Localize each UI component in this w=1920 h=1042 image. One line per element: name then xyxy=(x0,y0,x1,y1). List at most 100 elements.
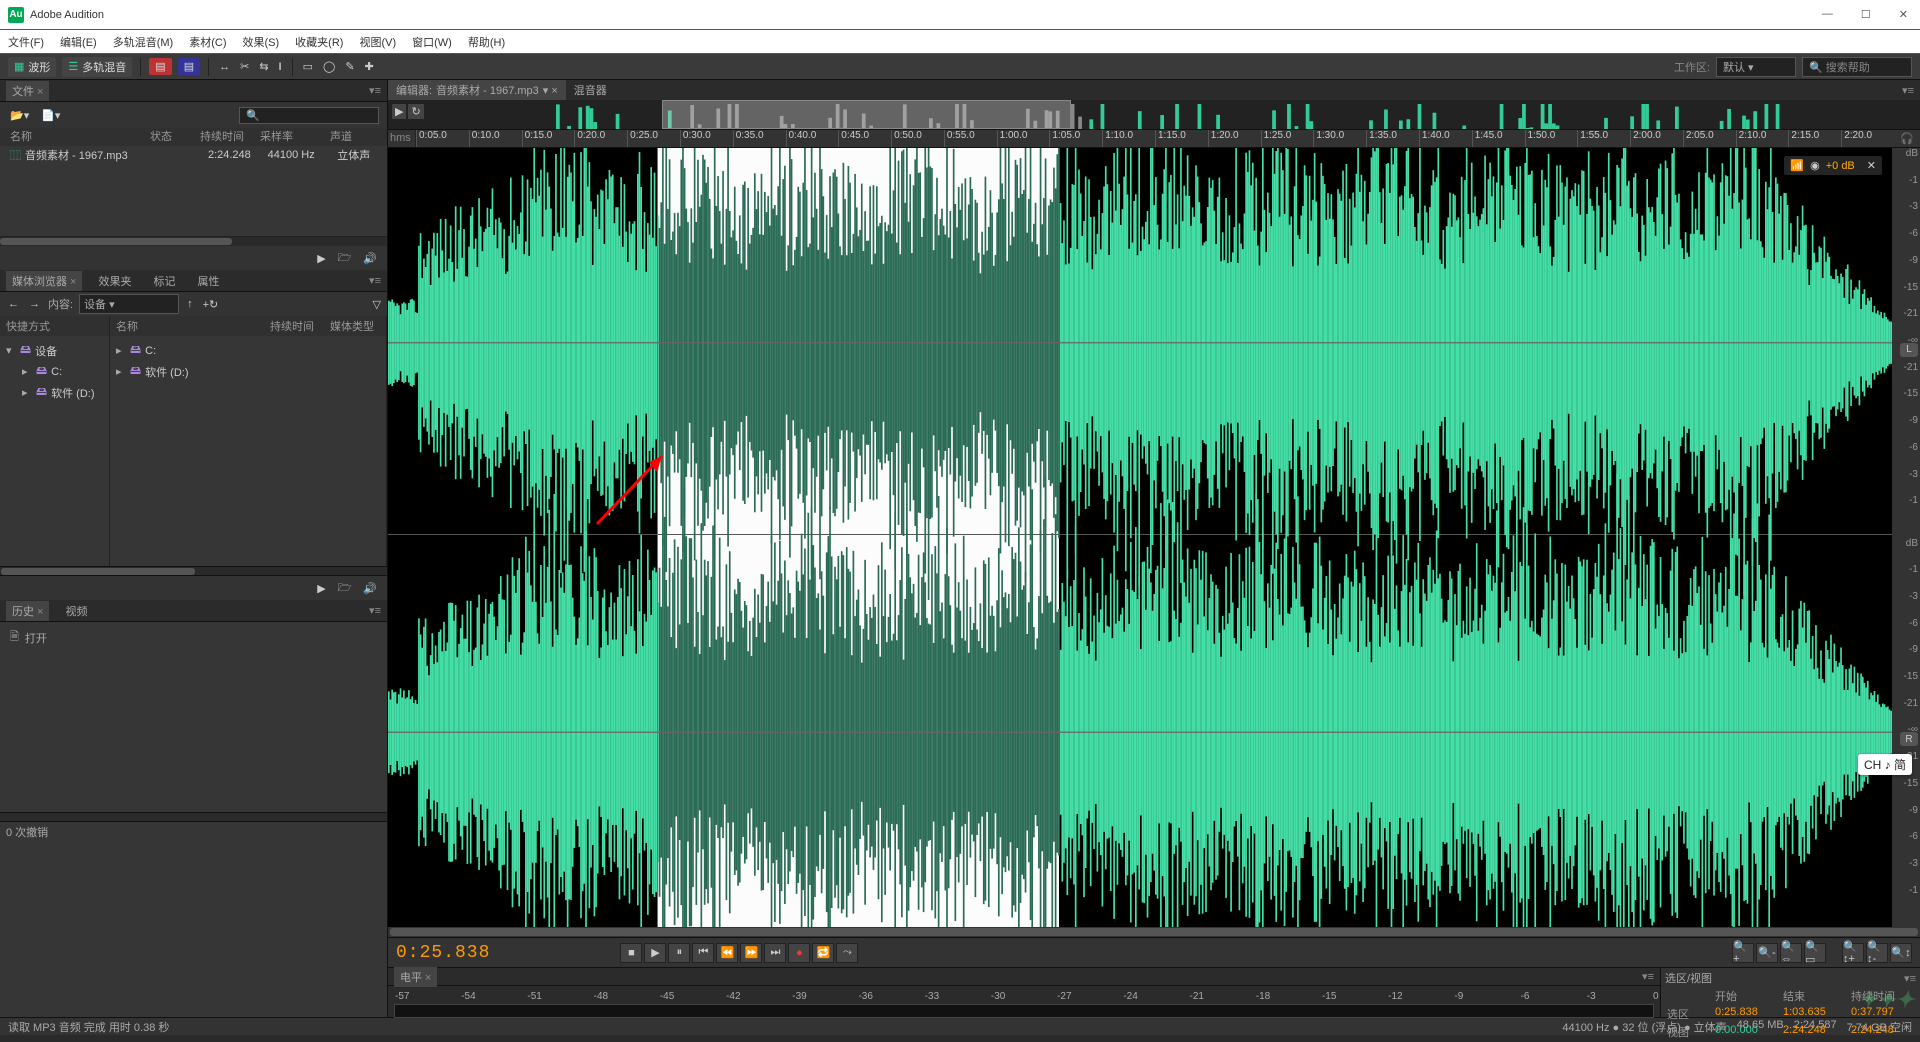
heal-tool-icon[interactable]: ✚ xyxy=(363,58,376,75)
panel-menu-icon[interactable]: ▾≡ xyxy=(1896,84,1920,97)
tree-item[interactable]: ▸🖴软件 (D:) xyxy=(114,361,382,382)
menu-clip[interactable]: 素材(C) xyxy=(189,34,226,50)
zoom-out-time-icon[interactable]: 🔍- xyxy=(1756,943,1778,963)
spectral-freq-button[interactable]: ▤ xyxy=(149,58,171,75)
zoom-reset-amp-icon[interactable]: 🔍↕ xyxy=(1890,943,1912,963)
tab-mixer[interactable]: 混音器 xyxy=(566,80,615,100)
channel-badge-l[interactable]: L xyxy=(1900,343,1918,357)
tab-history[interactable]: 历史 xyxy=(6,601,49,621)
record-button[interactable]: ● xyxy=(788,943,810,963)
volume-hud[interactable]: 📶 ◉ +0 dB ✕ xyxy=(1784,156,1882,175)
tab-editor[interactable]: 编辑器: 音频素材 - 1967.mp3 ▾ × xyxy=(388,80,566,100)
hud-amount[interactable]: +0 dB xyxy=(1826,160,1855,172)
menu-favorites[interactable]: 收藏夹(R) xyxy=(295,34,343,50)
tab-media-browser[interactable]: 媒体浏览器 xyxy=(6,271,82,291)
tab-files[interactable]: 文件 xyxy=(6,81,49,101)
channel-badge-r[interactable]: R xyxy=(1900,732,1918,746)
time-select-tool-icon[interactable]: I xyxy=(277,59,284,75)
tree-item[interactable]: ▸🖴软件 (D:) xyxy=(4,382,105,403)
search-help-input[interactable]: 🔍 搜索帮助 xyxy=(1802,57,1912,77)
browser-back-icon[interactable]: ← xyxy=(6,296,21,312)
maximize-button[interactable]: ☐ xyxy=(1857,4,1875,25)
menu-effects[interactable]: 效果(S) xyxy=(243,34,280,50)
files-h-scrollbar[interactable] xyxy=(0,236,387,246)
panel-menu-icon[interactable]: ▾≡ xyxy=(1904,972,1916,985)
content-select[interactable]: 设备 ▾ xyxy=(79,294,179,314)
loop-button[interactable]: 🔁 xyxy=(812,943,834,963)
move-tool-icon[interactable]: ↔ xyxy=(217,59,232,75)
skip-sel-button[interactable]: ⤳ xyxy=(836,943,858,963)
spectral-pitch-button[interactable]: ▤ xyxy=(178,58,200,75)
overview-play-icon[interactable]: ▶ xyxy=(392,104,406,119)
col-shortcut[interactable]: 快捷方式 xyxy=(6,318,50,334)
file-row[interactable]: ⿲ 音频素材 - 1967.mp3 2:24.248 44100 Hz 立体声 xyxy=(0,146,387,164)
workspace-select[interactable]: 默认 ▾ xyxy=(1716,57,1796,77)
level-meter[interactable]: -57-54-51-48-45-42-39-36-33-30-27-24-21-… xyxy=(394,1004,1654,1018)
col-dur[interactable]: 持续时间 xyxy=(270,318,330,334)
rewind-button[interactable]: ⏪ xyxy=(716,943,738,963)
close-button[interactable]: ✕ xyxy=(1895,4,1912,25)
col-media[interactable]: 媒体类型 xyxy=(330,318,380,334)
pause-button[interactable]: ⏸ xyxy=(668,943,690,963)
filter-icon[interactable]: ▽ xyxy=(373,298,381,311)
overview-waveform[interactable]: ▶ ↻ xyxy=(388,100,1920,130)
zoom-full-icon[interactable]: 🔍⇔ xyxy=(1780,943,1802,963)
zoom-out-amp-icon[interactable]: 🔍↕- xyxy=(1866,943,1888,963)
lasso-tool-icon[interactable]: ◯ xyxy=(321,58,337,75)
col-name[interactable]: 名称 xyxy=(10,128,150,146)
overview-stop-icon[interactable]: ↻ xyxy=(408,104,423,119)
tab-sel-view[interactable]: 选区/视图 xyxy=(1665,970,1712,986)
panel-menu-icon[interactable]: ▾≡ xyxy=(369,84,381,97)
col-srate[interactable]: 采样率 xyxy=(260,128,330,146)
tab-video[interactable]: 视频 xyxy=(59,601,93,621)
marquee-tool-icon[interactable]: ▭ xyxy=(301,58,315,75)
play-preview-icon[interactable]: ▶ xyxy=(315,250,327,267)
col-channels[interactable]: 声道 xyxy=(330,128,370,146)
tab-effects-rack[interactable]: 效果夹 xyxy=(92,271,137,291)
files-search-input[interactable]: 🔍 xyxy=(239,107,379,124)
timecode-display[interactable]: 0:25.838 xyxy=(396,943,490,963)
panel-menu-icon[interactable]: ▾≡ xyxy=(1642,970,1654,983)
menu-help[interactable]: 帮助(H) xyxy=(468,34,505,50)
browser-fwd-icon[interactable]: → xyxy=(27,296,42,312)
go-end-button[interactable]: ⏭ xyxy=(764,943,786,963)
brush-tool-icon[interactable]: ✎ xyxy=(343,58,356,75)
play-preview-icon[interactable]: ▶ xyxy=(315,580,327,597)
menu-view[interactable]: 视图(V) xyxy=(359,34,396,50)
tab-levels[interactable]: 电平 xyxy=(394,967,437,987)
minimize-button[interactable]: — xyxy=(1818,4,1837,25)
menu-multitrack[interactable]: 多轨混音(M) xyxy=(113,34,174,50)
loop-preview-icon[interactable]: 🗁 xyxy=(336,247,354,270)
tree-item[interactable]: ▾🖴设备 xyxy=(4,340,105,361)
headphone-icon[interactable]: 🎧 xyxy=(1894,130,1920,147)
history-item[interactable]: 🗎打开 xyxy=(4,626,383,649)
stop-button[interactable]: ■ xyxy=(620,943,642,963)
loop-preview-icon[interactable]: 🗁 xyxy=(336,577,354,600)
col-status[interactable]: 状态 xyxy=(150,128,200,146)
menu-edit[interactable]: 编辑(E) xyxy=(60,34,97,50)
menu-file[interactable]: 文件(F) xyxy=(8,34,44,50)
multitrack-mode-button[interactable]: ☰多轨混音 xyxy=(62,57,132,77)
import-file-icon[interactable]: 📄▾ xyxy=(39,107,62,124)
editor-h-scrollbar[interactable] xyxy=(388,927,1920,937)
slip-tool-icon[interactable]: ⇆ xyxy=(257,58,270,75)
open-file-icon[interactable]: 📂▾ xyxy=(8,107,31,124)
time-ruler[interactable]: hms 0:05.00:10.00:15.00:20.00:25.00:30.0… xyxy=(388,130,1920,148)
go-start-button[interactable]: ⏮ xyxy=(692,943,714,963)
play-button[interactable]: ▶ xyxy=(644,943,666,963)
panel-menu-icon[interactable]: ▾≡ xyxy=(369,274,381,287)
waveform-display[interactable]: 📶 ◉ +0 dB ✕ xyxy=(388,148,1892,927)
browser-h-scrollbar[interactable] xyxy=(0,566,387,576)
col-name[interactable]: 名称 xyxy=(116,318,270,334)
zoom-in-time-icon[interactable]: 🔍+ xyxy=(1732,943,1754,963)
ime-indicator[interactable]: CH ♪ 简 xyxy=(1858,754,1912,775)
zoom-sel-icon[interactable]: 🔍▭ xyxy=(1804,943,1826,963)
browser-up-icon[interactable]: ↑ xyxy=(185,296,195,312)
waveform-mode-button[interactable]: ▦波形 xyxy=(8,57,56,77)
razor-tool-icon[interactable]: ✂ xyxy=(238,58,251,75)
col-duration[interactable]: 持续时间 xyxy=(200,128,260,146)
panel-menu-icon[interactable]: ▾≡ xyxy=(369,604,381,617)
tree-item[interactable]: ▸🖴C: xyxy=(114,340,382,361)
forward-button[interactable]: ⏩ xyxy=(740,943,762,963)
menu-window[interactable]: 窗口(W) xyxy=(412,34,452,50)
